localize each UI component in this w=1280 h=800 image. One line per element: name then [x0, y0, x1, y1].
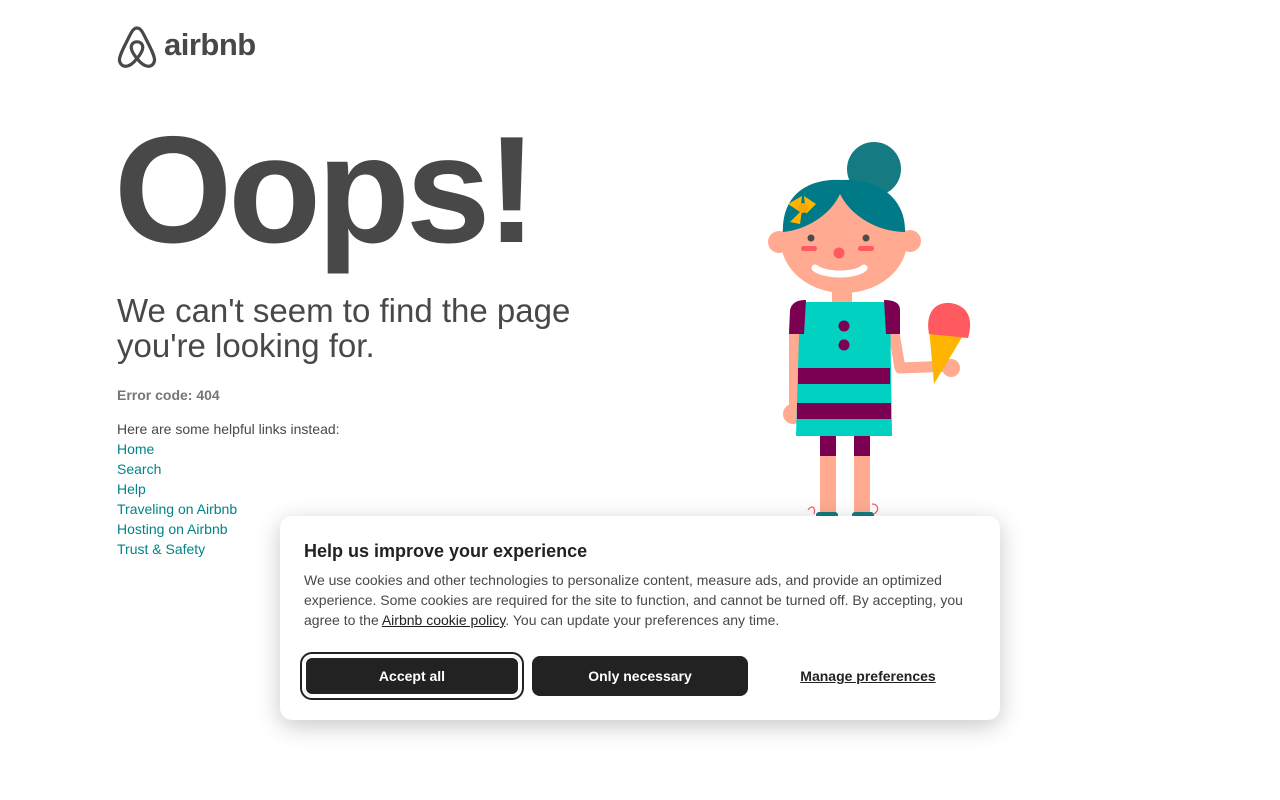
airbnb-belo-icon: [117, 26, 157, 68]
only-necessary-button[interactable]: Only necessary: [532, 656, 748, 696]
page-title: Oops!: [114, 105, 537, 275]
link-help[interactable]: Help: [117, 479, 340, 499]
link-home[interactable]: Home: [117, 439, 340, 459]
page-subtitle: We can't seem to find the page you're lo…: [117, 292, 571, 364]
cookie-dialog-description: We use cookies and other technologies to…: [304, 570, 976, 630]
cookie-text-end: . You can update your preferences any ti…: [505, 612, 780, 628]
helpful-links-intro: Here are some helpful links instead:: [117, 421, 340, 437]
accept-all-button[interactable]: Accept all: [300, 652, 524, 700]
girl-with-ice-cream-illustration: [768, 142, 971, 520]
cookie-dialog-title: Help us improve your experience: [304, 541, 588, 561]
manage-preferences-button[interactable]: Manage preferences: [760, 656, 976, 696]
link-search[interactable]: Search: [117, 459, 340, 479]
airbnb-wordmark: airbnb: [164, 27, 256, 62]
cookie-consent-dialog: Help us improve your experience We use c…: [280, 516, 1000, 720]
cookie-actions: Accept all Only necessary Manage prefere…: [300, 652, 976, 700]
error-code: Error code: 404: [117, 387, 220, 403]
cookie-policy-link[interactable]: Airbnb cookie policy: [382, 612, 505, 628]
airbnb-logo[interactable]: airbnb: [117, 25, 256, 68]
